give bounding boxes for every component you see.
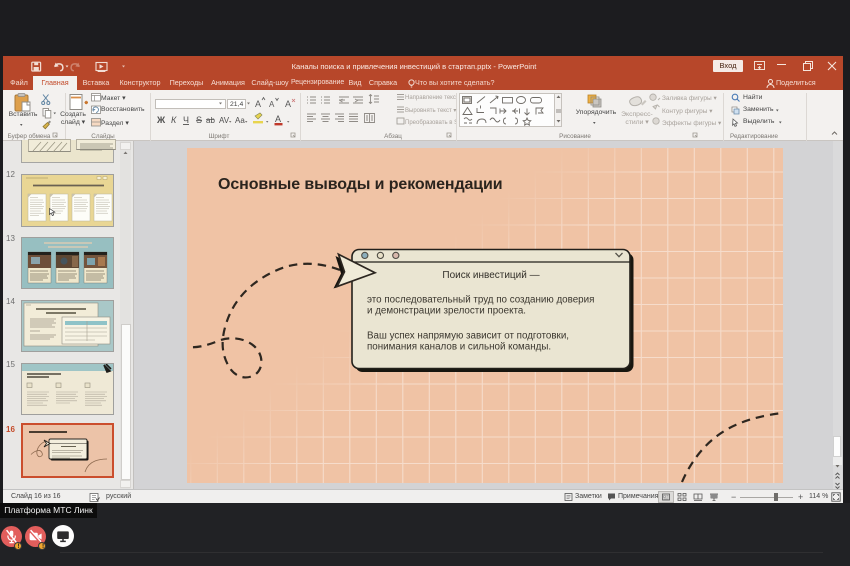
svg-text:понимания каналов и сильной ко: понимания каналов и сильной команды.	[367, 342, 551, 353]
svg-text:AV: AV	[219, 116, 230, 125]
svg-text:Поиск инвестиций —: Поиск инвестиций —	[442, 270, 539, 281]
svg-text:ab: ab	[206, 116, 215, 125]
svg-text:Ж: Ж	[156, 115, 166, 125]
svg-text:S: S	[196, 115, 202, 125]
svg-text:Ваш успех напрямую зависит от: Ваш успех напрямую зависит от подготовки…	[367, 330, 569, 341]
svg-text:Ч: Ч	[183, 115, 189, 125]
svg-text:это последовательный труд по с: это последовательный труд по созданию до…	[367, 294, 594, 305]
svg-text:А: А	[255, 99, 261, 109]
svg-text:А: А	[275, 114, 281, 124]
svg-text:А: А	[269, 100, 275, 109]
svg-text:А: А	[285, 99, 291, 109]
svg-text:Основные выводы и рекомендации: Основные выводы и рекомендации	[218, 176, 503, 193]
svg-text:К: К	[171, 115, 177, 125]
svg-text:и демонстрации зрелости проект: и демонстрации зрелости проекта.	[367, 306, 526, 317]
svg-text:Aa: Aa	[235, 116, 245, 125]
